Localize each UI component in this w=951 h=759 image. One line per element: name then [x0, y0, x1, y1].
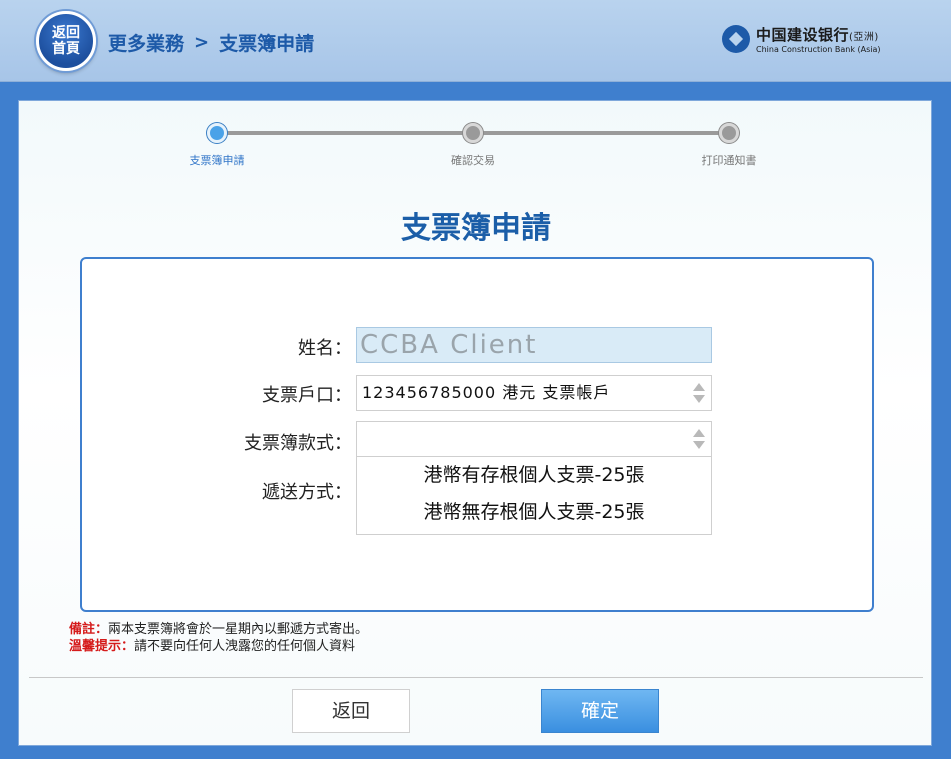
step-dot-1	[207, 123, 227, 143]
remark-label: 備註：	[69, 622, 109, 637]
ccb-logo-icon	[722, 25, 750, 53]
breadcrumb: 更多業務 > 支票簿申請	[108, 29, 314, 56]
back-button[interactable]: 返回	[292, 689, 410, 733]
step-label-3: 打印通知書	[701, 154, 757, 167]
remark-text: 兩本支票簿將會於一星期內以郵遞方式寄出。	[108, 622, 369, 637]
top-header: 返回 首頁 更多業務 > 支票簿申請 中国建设银行(亞洲) China Cons…	[0, 0, 951, 82]
notes: 備註：兩本支票簿將會於一星期內以郵遞方式寄出。 溫馨提示：請不要向任何人洩露您的…	[69, 621, 368, 655]
bank-name-suffix: (亞洲)	[849, 32, 879, 43]
main-panel: 支票簿申請 確認交易 打印通知書 支票簿申請 姓名： CCBA Client 支…	[18, 100, 932, 746]
step-label-2: 確認交易	[451, 154, 495, 167]
account-label: 支票戶口：	[262, 385, 352, 406]
cheque-style-select[interactable]	[356, 421, 712, 457]
delivery-label: 遞送方式：	[262, 482, 352, 503]
select-arrows-icon	[693, 382, 705, 404]
remark-line: 備註：兩本支票簿將會於一星期內以郵遞方式寄出。	[69, 621, 368, 638]
bank-name-en: China Construction Bank (Asia)	[756, 45, 881, 54]
divider	[29, 677, 923, 678]
step-dot-2	[463, 123, 483, 143]
cheque-style-dropdown: 港幣有存根個人支票-25張 港幣無存根個人支票-25張	[356, 457, 712, 535]
dropdown-option-with-stub[interactable]: 港幣有存根個人支票-25張	[357, 457, 711, 494]
bank-logo: 中国建设银行(亞洲) China Construction Bank (Asia…	[722, 24, 881, 54]
chevron-right-icon: >	[194, 32, 210, 53]
home-button[interactable]: 返回 首頁	[36, 11, 96, 71]
breadcrumb-more-services[interactable]: 更多業務	[108, 29, 184, 56]
select-arrows-icon	[693, 428, 705, 450]
application-form: 姓名： CCBA Client 支票戶口： 123456785000 港元 支票…	[80, 257, 874, 612]
tip-line: 溫馨提示：請不要向任何人洩露您的任何個人資料	[69, 638, 368, 655]
name-label: 姓名：	[298, 338, 352, 359]
page-title: 支票簿申請	[401, 211, 551, 246]
tip-label: 溫馨提示：	[69, 639, 135, 654]
name-field: CCBA Client	[356, 327, 712, 363]
confirm-button[interactable]: 確定	[541, 689, 659, 733]
dropdown-option-without-stub[interactable]: 港幣無存根個人支票-25張	[357, 494, 711, 531]
cheque-style-label: 支票簿款式：	[244, 433, 352, 454]
step-label-1: 支票簿申請	[189, 154, 245, 167]
step-dot-3	[719, 123, 739, 143]
account-select[interactable]: 123456785000 港元 支票帳戶	[356, 375, 712, 411]
bank-name-cn: 中国建设银行(亞洲)	[756, 26, 879, 44]
account-selected-value: 123456785000 港元 支票帳戶	[362, 383, 611, 402]
progress-steps: 支票簿申請 確認交易 打印通知書	[19, 101, 933, 181]
home-label-line1: 返回	[52, 25, 80, 41]
home-label-line2: 首頁	[52, 41, 80, 57]
breadcrumb-current: 支票簿申請	[219, 33, 315, 55]
tip-text: 請不要向任何人洩露您的任何個人資料	[134, 639, 356, 654]
